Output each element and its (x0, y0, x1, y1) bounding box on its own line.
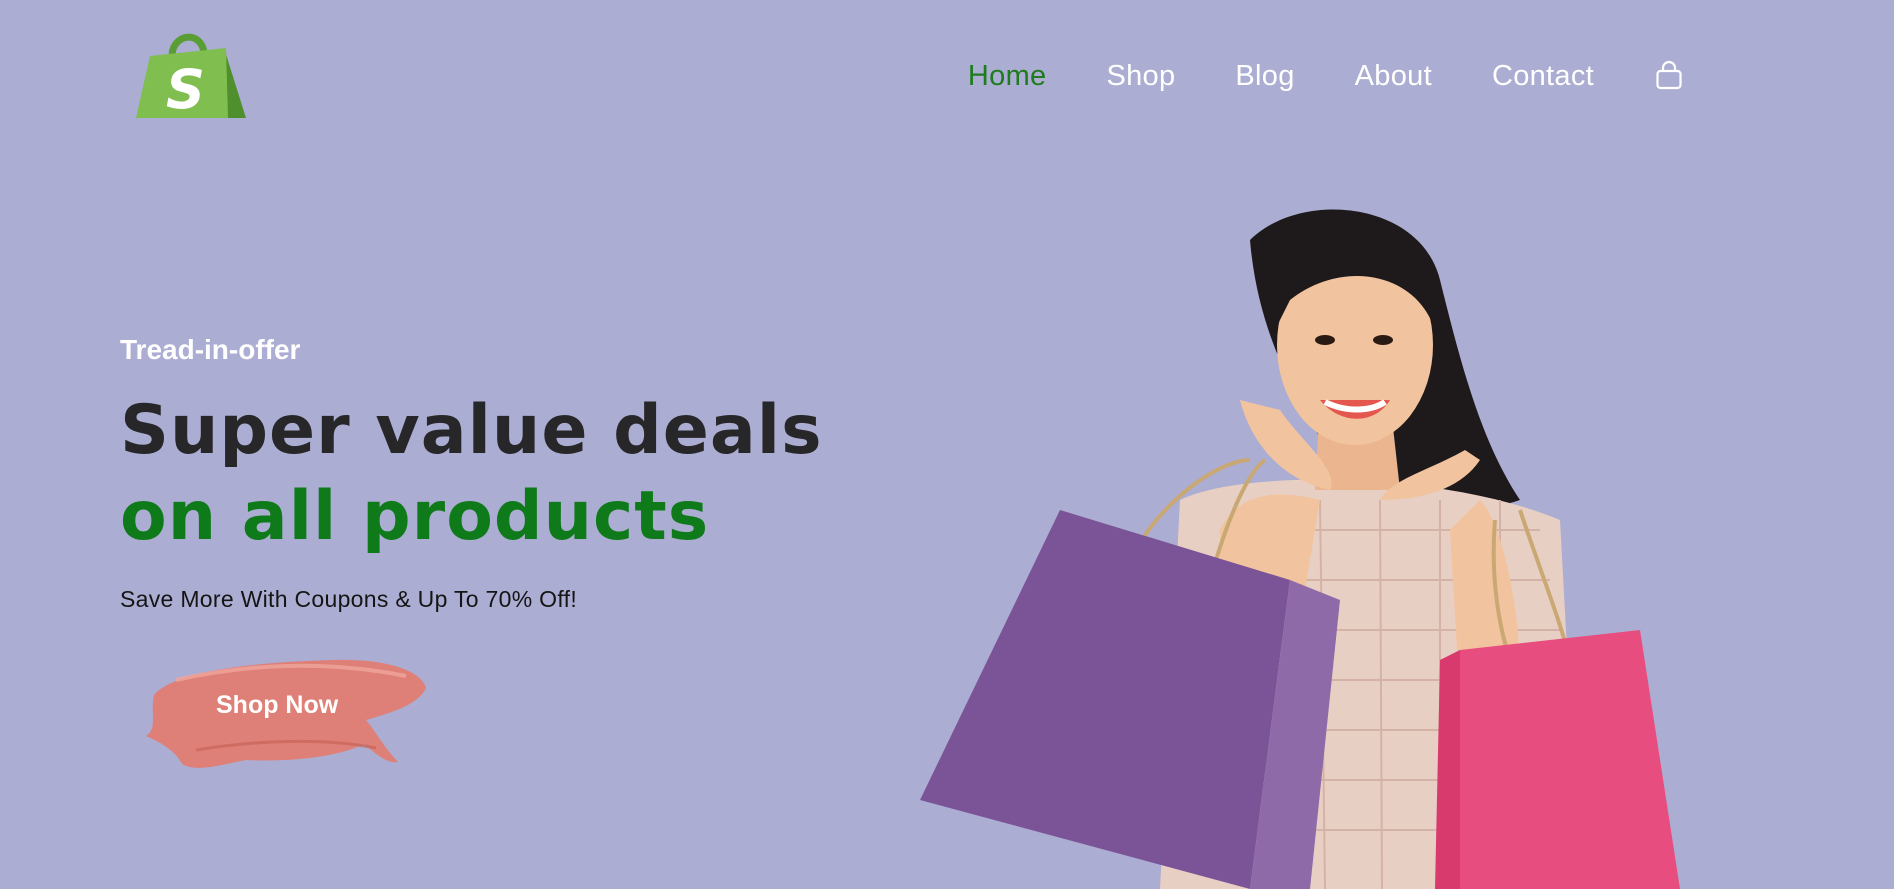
svg-text:S: S (166, 58, 205, 120)
shop-now-label: Shop Now (216, 691, 339, 719)
headline-line2: on all products (120, 477, 710, 556)
hero-subtext: Save More With Coupons & Up To 70% Off! (120, 586, 578, 612)
nav-blog[interactable]: Blog (1235, 56, 1294, 96)
hero-tagline: Tread-in-offer (120, 334, 301, 365)
shopping-bag-icon (1656, 60, 1682, 90)
nav-shop[interactable]: Shop (1106, 56, 1175, 96)
nav-home[interactable]: Home (968, 56, 1047, 96)
woman-with-shopping-bags-image (920, 209, 1680, 889)
nav-contact[interactable]: Contact (1492, 56, 1594, 96)
shopify-logo[interactable]: S (128, 28, 260, 120)
hero-section: Tread-in-offer Super value deals on all … (120, 330, 940, 613)
headline-line1: Super value deals (120, 391, 823, 470)
cart-button[interactable] (1654, 60, 1684, 92)
shopping-bag-logo-icon: S (136, 33, 246, 120)
shop-now-button[interactable]: Shop Now (136, 640, 432, 780)
nav-about[interactable]: About (1355, 56, 1432, 96)
hero-headline: Super value deals on all products (120, 388, 940, 560)
hero-image (920, 200, 1680, 889)
main-nav: Home Shop Blog About Contact (968, 56, 1684, 96)
